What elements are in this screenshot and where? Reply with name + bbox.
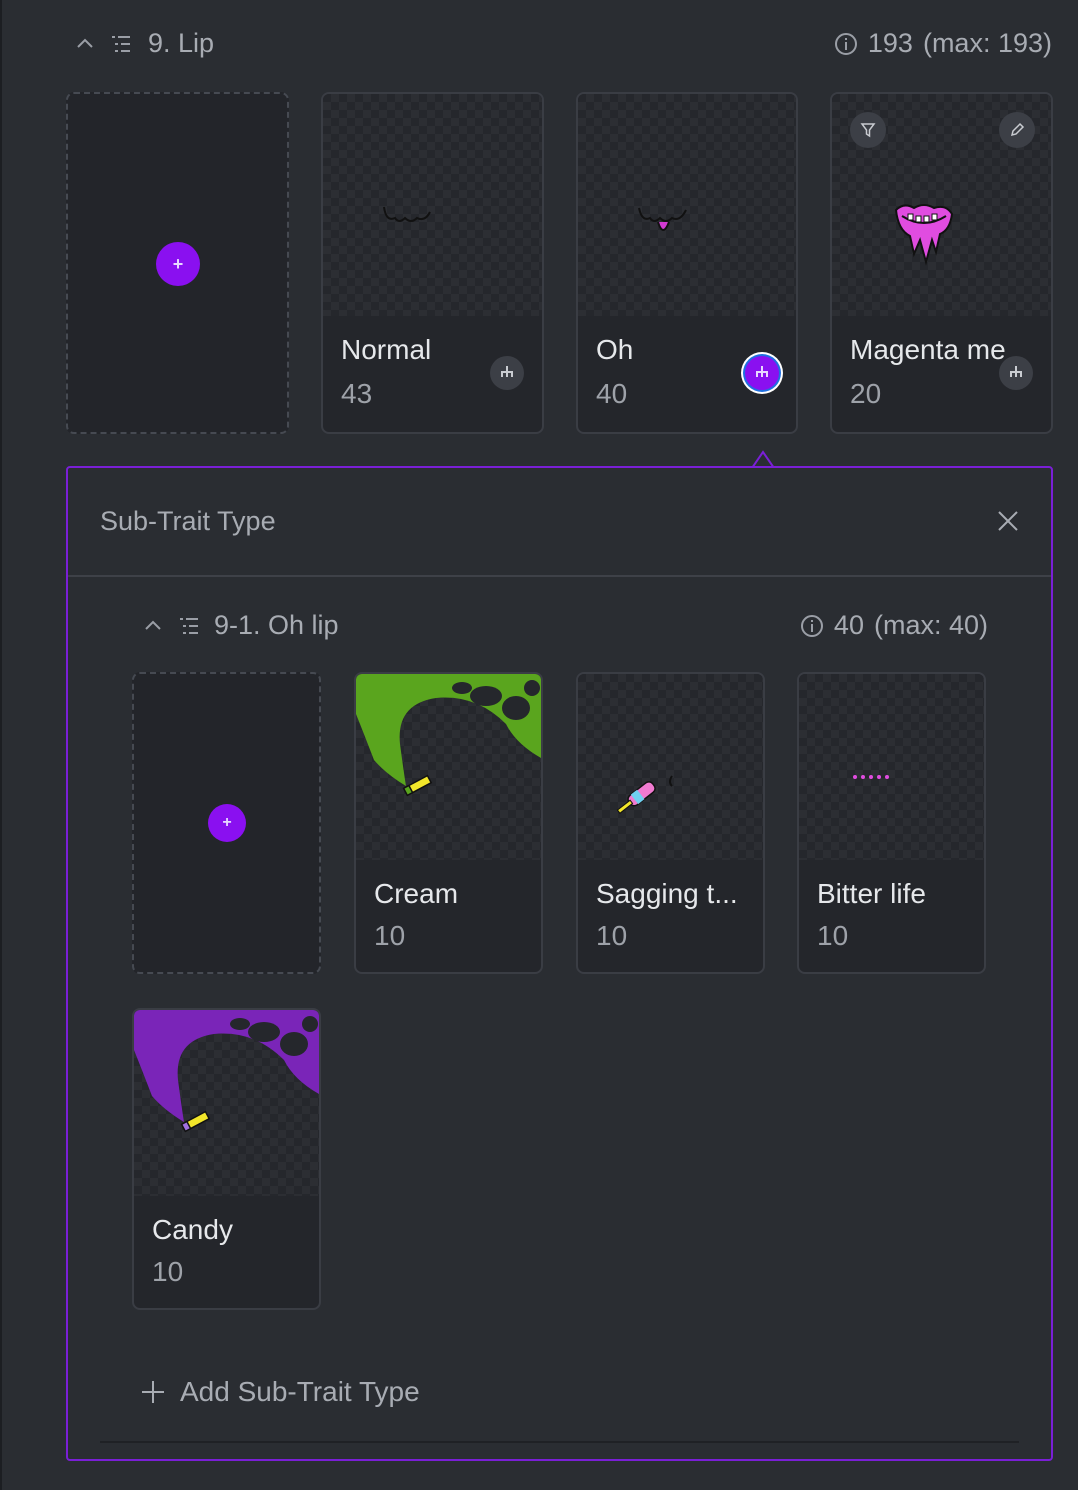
chevron-up-icon[interactable] xyxy=(74,33,96,55)
add-subtrait-card[interactable]: + xyxy=(132,672,321,974)
subtrait-panel: Sub-Trait Type 9-1. Oh lip 40 (max: 40) … xyxy=(66,466,1053,1461)
subtrait-button-active[interactable] xyxy=(745,356,779,390)
trait-name: Normal xyxy=(341,334,432,365)
subsection-count-max: (max: 40) xyxy=(873,610,988,640)
subtrait-button[interactable] xyxy=(490,356,524,390)
trait-count: 20 xyxy=(850,378,882,409)
section-count: 193 (max: 193) xyxy=(834,28,1052,59)
subtrait-card-sagging[interactable]: Sagging t... 10 xyxy=(576,672,765,974)
subsection-count: 40 (max: 40) xyxy=(800,610,988,641)
panel-divider xyxy=(68,575,1051,577)
trait-thumbnail xyxy=(323,94,542,316)
hierarchy-icon xyxy=(1010,366,1022,377)
plus-icon xyxy=(140,1379,166,1405)
cream-slime-image xyxy=(356,674,541,797)
subtrait-card-bitter-life[interactable]: Bitter life 10 xyxy=(797,672,986,974)
section-count-max: (max: 193) xyxy=(922,28,1052,58)
trait-name: Oh xyxy=(596,334,634,365)
subtrait-card-candy[interactable]: Candy 10 xyxy=(132,1008,321,1310)
trait-card-normal[interactable]: Normal 43 xyxy=(321,92,544,434)
hierarchy-icon xyxy=(756,366,768,377)
panel-bottom-divider xyxy=(100,1441,1019,1443)
subtrait-count: 10 xyxy=(596,920,628,951)
subtrait-card-cream[interactable]: Cream 10 xyxy=(354,672,543,974)
subtrait-thumbnail xyxy=(578,674,763,860)
close-button[interactable] xyxy=(995,508,1021,534)
trait-card-magenta[interactable]: Magenta me 20 xyxy=(830,92,1053,434)
list-icon xyxy=(178,615,200,637)
add-subtrait-button[interactable]: + xyxy=(208,804,246,842)
info-icon xyxy=(834,32,858,56)
trait-card-oh[interactable]: Oh 40 xyxy=(576,92,798,434)
edit-button[interactable] xyxy=(999,112,1035,148)
add-trait-card[interactable]: + xyxy=(66,92,289,434)
subtrait-count: 10 xyxy=(817,920,849,951)
section-title: 9. Lip xyxy=(148,28,215,58)
subsection-count-value: 40 xyxy=(833,610,864,640)
trait-count: 43 xyxy=(341,378,373,409)
subtrait-name: Candy xyxy=(152,1214,233,1245)
panel-title: Sub-Trait Type xyxy=(100,506,276,536)
hierarchy-icon xyxy=(501,366,513,377)
chevron-up-icon[interactable] xyxy=(142,615,164,637)
trait-thumbnail xyxy=(578,94,796,316)
trait-name: Magenta me xyxy=(850,334,1006,365)
subtrait-count: 10 xyxy=(152,1256,184,1287)
list-icon xyxy=(110,33,132,55)
add-subtrait-type-button[interactable]: Add Sub-Trait Type xyxy=(140,1376,420,1408)
trait-count: 40 xyxy=(596,378,628,409)
lip-magenta-image xyxy=(894,204,954,266)
subtrait-button[interactable] xyxy=(999,356,1033,390)
dots-image xyxy=(853,775,889,779)
subsection-title: 9-1. Oh lip xyxy=(214,610,339,640)
filter-button[interactable] xyxy=(850,112,886,148)
section-count-value: 193 xyxy=(867,28,913,58)
pencil-icon xyxy=(1010,122,1025,137)
add-trait-button[interactable]: + xyxy=(156,242,200,286)
subtrait-thumbnail xyxy=(799,674,984,860)
add-subtrait-type-label: Add Sub-Trait Type xyxy=(180,1376,420,1407)
popsicle-image xyxy=(616,775,673,814)
subtrait-count: 10 xyxy=(374,920,406,951)
subtrait-thumbnail xyxy=(134,1010,319,1196)
close-icon xyxy=(998,511,1018,531)
filter-icon xyxy=(860,123,876,138)
lip-normal-image xyxy=(383,206,431,222)
candy-slime-image xyxy=(134,1010,319,1133)
subtrait-name: Cream xyxy=(374,878,459,909)
subtrait-name: Bitter life xyxy=(817,878,926,909)
subtrait-name: Sagging t... xyxy=(596,878,738,909)
left-rail xyxy=(0,0,2,1490)
info-icon xyxy=(800,614,824,638)
subtrait-thumbnail xyxy=(356,674,541,860)
subsection-header: 9-1. Oh lip 40 (max: 40) xyxy=(142,608,988,644)
lip-oh-image xyxy=(638,207,687,231)
section-header: 9. Lip 193 (max: 193) xyxy=(74,26,1052,62)
